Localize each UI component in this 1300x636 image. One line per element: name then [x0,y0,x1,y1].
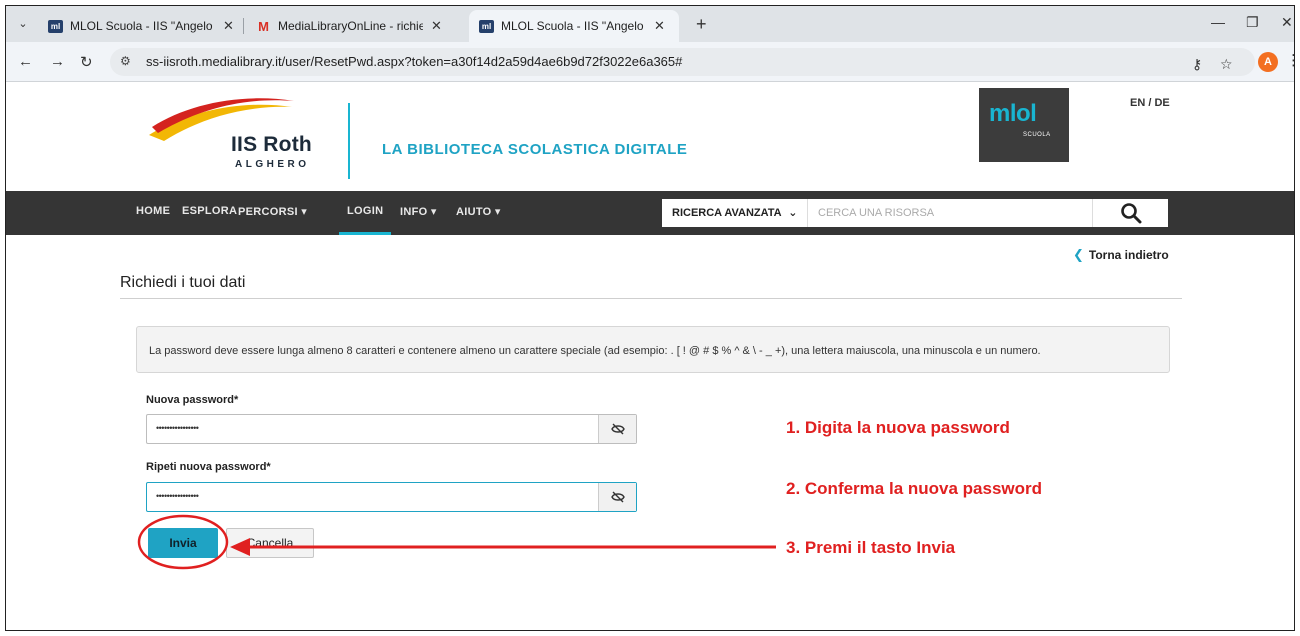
annotation-overlay [137,514,776,570]
invia-highlight-circle [137,514,229,570]
annotation-step-1: 1. Digita la nuova password [786,418,1010,437]
arrow-head-icon [230,538,250,556]
screenshot-frame: ⌄ ml MLOL Scuola - IIS "Angelo Roth ✕ M … [5,5,1295,631]
annotation-step-2: 2. Conferma la nuova password [786,479,1043,498]
annotation-step-3: 3. Premi il tasto Invia [786,538,956,557]
